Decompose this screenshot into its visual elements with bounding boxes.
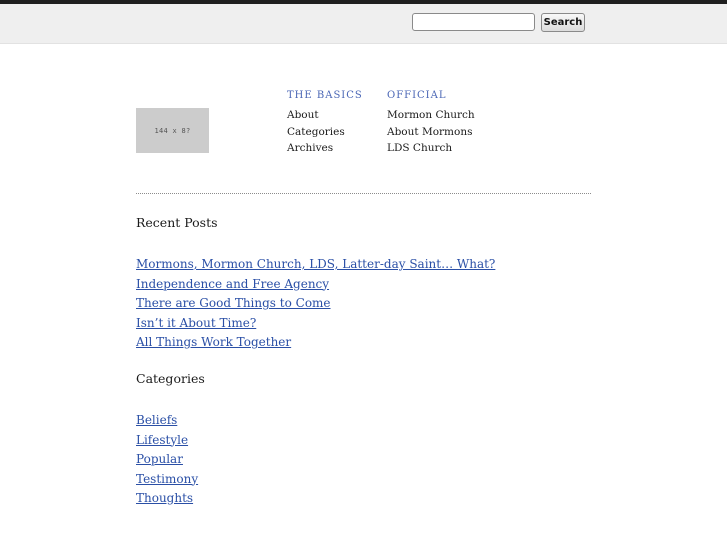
category-link-testimony[interactable]: Testimony (136, 472, 198, 486)
site-logo-placeholder[interactable]: 144 x 8? (136, 108, 209, 153)
nav-link-about-mormons[interactable]: About Mormons (387, 124, 475, 141)
recent-post-link[interactable]: Isn’t it About Time? (136, 316, 256, 330)
nav-heading-basics: THE BASICS (287, 90, 363, 101)
category-link-popular[interactable]: Popular (136, 452, 183, 466)
nav-link-mormon-church[interactable]: Mormon Church (387, 107, 475, 124)
categories-list: Beliefs Lifestyle Popular Testimony Thou… (136, 411, 198, 509)
recent-posts-title: Recent Posts (136, 215, 218, 230)
list-item: Popular (136, 450, 198, 470)
nav-link-archives[interactable]: Archives (287, 140, 363, 157)
nav-link-about[interactable]: About (287, 107, 363, 124)
top-bar: Search (0, 4, 727, 44)
list-item: There are Good Things to Come (136, 294, 495, 314)
list-item: Independence and Free Agency (136, 275, 495, 295)
recent-post-link[interactable]: Mormons, Mormon Church, LDS, Latter-day … (136, 257, 495, 271)
recent-post-link[interactable]: There are Good Things to Come (136, 296, 331, 310)
nav-link-lds-church[interactable]: LDS Church (387, 140, 475, 157)
nav-link-categories[interactable]: Categories (287, 124, 363, 141)
search-input[interactable] (412, 13, 535, 31)
logo-placeholder-text: 144 x 8? (154, 126, 191, 135)
list-item: Thoughts (136, 489, 198, 509)
list-item: Beliefs (136, 411, 198, 431)
nav-the-basics: THE BASICS About Categories Archives (287, 89, 363, 157)
categories-title: Categories (136, 371, 205, 386)
nav-heading-official: OFFICIAL (387, 90, 447, 101)
nav-official: OFFICIAL Mormon Church About Mormons LDS… (387, 89, 475, 157)
category-link-thoughts[interactable]: Thoughts (136, 491, 193, 505)
category-link-lifestyle[interactable]: Lifestyle (136, 433, 188, 447)
recent-post-link[interactable]: All Things Work Together (136, 335, 291, 349)
list-item: Lifestyle (136, 431, 198, 451)
list-item: All Things Work Together (136, 333, 495, 353)
list-item: Mormons, Mormon Church, LDS, Latter-day … (136, 255, 495, 275)
list-item: Isn’t it About Time? (136, 314, 495, 334)
recent-posts-list: Mormons, Mormon Church, LDS, Latter-day … (136, 255, 495, 353)
header-divider (136, 193, 591, 194)
category-link-beliefs[interactable]: Beliefs (136, 413, 177, 427)
list-item: Testimony (136, 470, 198, 490)
search-button[interactable]: Search (541, 13, 585, 32)
recent-post-link[interactable]: Independence and Free Agency (136, 277, 329, 291)
